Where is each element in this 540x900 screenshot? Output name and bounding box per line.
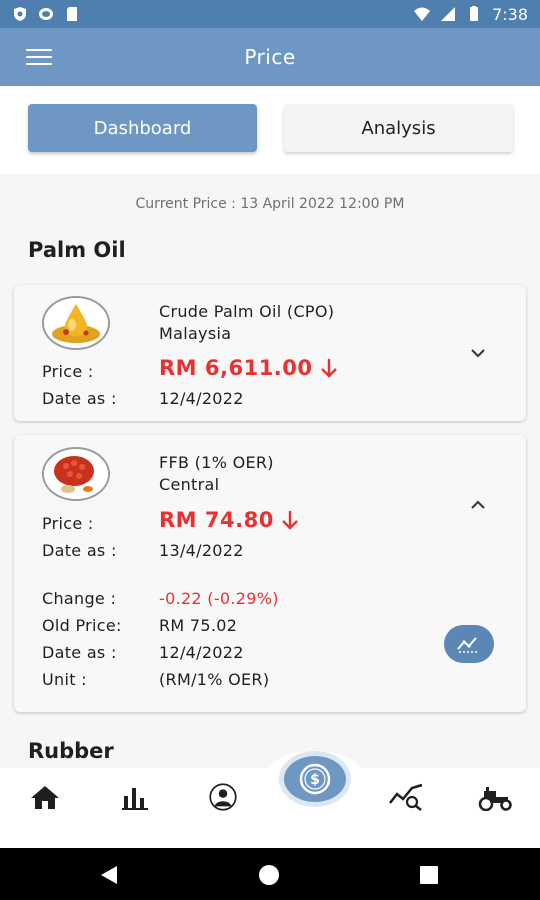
- profile-icon[interactable]: [206, 782, 240, 812]
- ffb-date-label: Date as :: [42, 541, 117, 560]
- arrow-down-icon: [320, 359, 337, 378]
- chevron-up-icon[interactable]: [468, 495, 488, 515]
- battery-icon: [470, 6, 479, 21]
- tab-analysis[interactable]: Analysis: [284, 104, 513, 152]
- current-price-timestamp: Current Price : 13 April 2022 12:00 PM: [135, 196, 405, 212]
- trend-chart-button[interactable]: [444, 625, 494, 663]
- ffb-old-date: 12/4/2022: [159, 643, 244, 662]
- home-circle-icon[interactable]: [258, 864, 280, 886]
- back-icon[interactable]: [98, 864, 120, 886]
- signal-icon: [441, 7, 456, 21]
- cpo-price: RM 6,611.00: [159, 356, 339, 380]
- cpo-price-label: Price :: [42, 362, 94, 381]
- ffb-price-label: Price :: [42, 514, 94, 533]
- ffb-price-value: RM 74.80: [159, 508, 274, 532]
- bottom-navigation: $: [0, 752, 540, 848]
- sd-card-icon: [67, 7, 77, 21]
- ffb-change-label: Change :: [42, 589, 117, 608]
- analysis-search-icon[interactable]: [388, 782, 428, 812]
- ffb-price: RM 74.80: [159, 508, 300, 532]
- system-navigation-bar: [0, 848, 540, 900]
- status-time: 7:38: [492, 4, 528, 24]
- price-dollar-icon: $: [299, 763, 331, 795]
- chevron-down-icon[interactable]: [468, 343, 488, 363]
- cpo-region: Malaysia: [159, 324, 232, 343]
- price-card-ffb[interactable]: FFB (1% OER) Central Price : RM 74.80 Da…: [14, 435, 526, 712]
- app-bar: Price: [0, 28, 540, 86]
- bar-chart-icon[interactable]: [118, 782, 152, 812]
- trend-chart-icon: [457, 637, 479, 653]
- ffb-region: Central: [159, 475, 220, 494]
- cpo-date-label: Date as :: [42, 389, 117, 408]
- cast-icon: [39, 8, 53, 20]
- wifi-icon: [414, 7, 431, 21]
- ffb-unit-label: Unit :: [42, 670, 87, 689]
- price-card-cpo[interactable]: Crude Palm Oil (CPO) Malaysia Price : RM…: [14, 285, 526, 421]
- ffb-unit: (RM/1% OER): [159, 670, 270, 689]
- cpo-price-value: RM 6,611.00: [159, 356, 313, 380]
- page-title: Price: [244, 45, 296, 69]
- recents-icon[interactable]: [418, 864, 440, 886]
- section-title-rubber: Rubber: [28, 739, 114, 763]
- tab-bar: Dashboard Analysis: [0, 86, 540, 174]
- tractor-icon[interactable]: [476, 782, 516, 812]
- ffb-date: 13/4/2022: [159, 541, 244, 560]
- hamburger-icon[interactable]: [26, 49, 52, 67]
- ffb-old-date-label: Date as :: [42, 643, 117, 662]
- shield-icon: [14, 7, 26, 21]
- cpo-oil-drop-icon: [42, 296, 110, 350]
- ffb-old-price-label: Old Price:: [42, 616, 122, 635]
- status-bar: 7:38: [0, 0, 540, 28]
- ffb-name: FFB (1% OER): [159, 453, 274, 472]
- ffb-change: -0.22 (-0.29%): [159, 589, 279, 608]
- cpo-name: Crude Palm Oil (CPO): [159, 302, 335, 321]
- section-title-palm-oil: Palm Oil: [28, 238, 126, 262]
- ffb-palm-fruit-icon: [42, 447, 110, 501]
- svg-text:$: $: [310, 772, 320, 788]
- price-dollar-button[interactable]: $: [284, 756, 346, 802]
- home-icon[interactable]: [28, 782, 62, 812]
- ffb-old-price: RM 75.02: [159, 616, 238, 635]
- cpo-date: 12/4/2022: [159, 389, 244, 408]
- tab-dashboard[interactable]: Dashboard: [28, 104, 257, 152]
- arrow-down-icon: [281, 511, 298, 530]
